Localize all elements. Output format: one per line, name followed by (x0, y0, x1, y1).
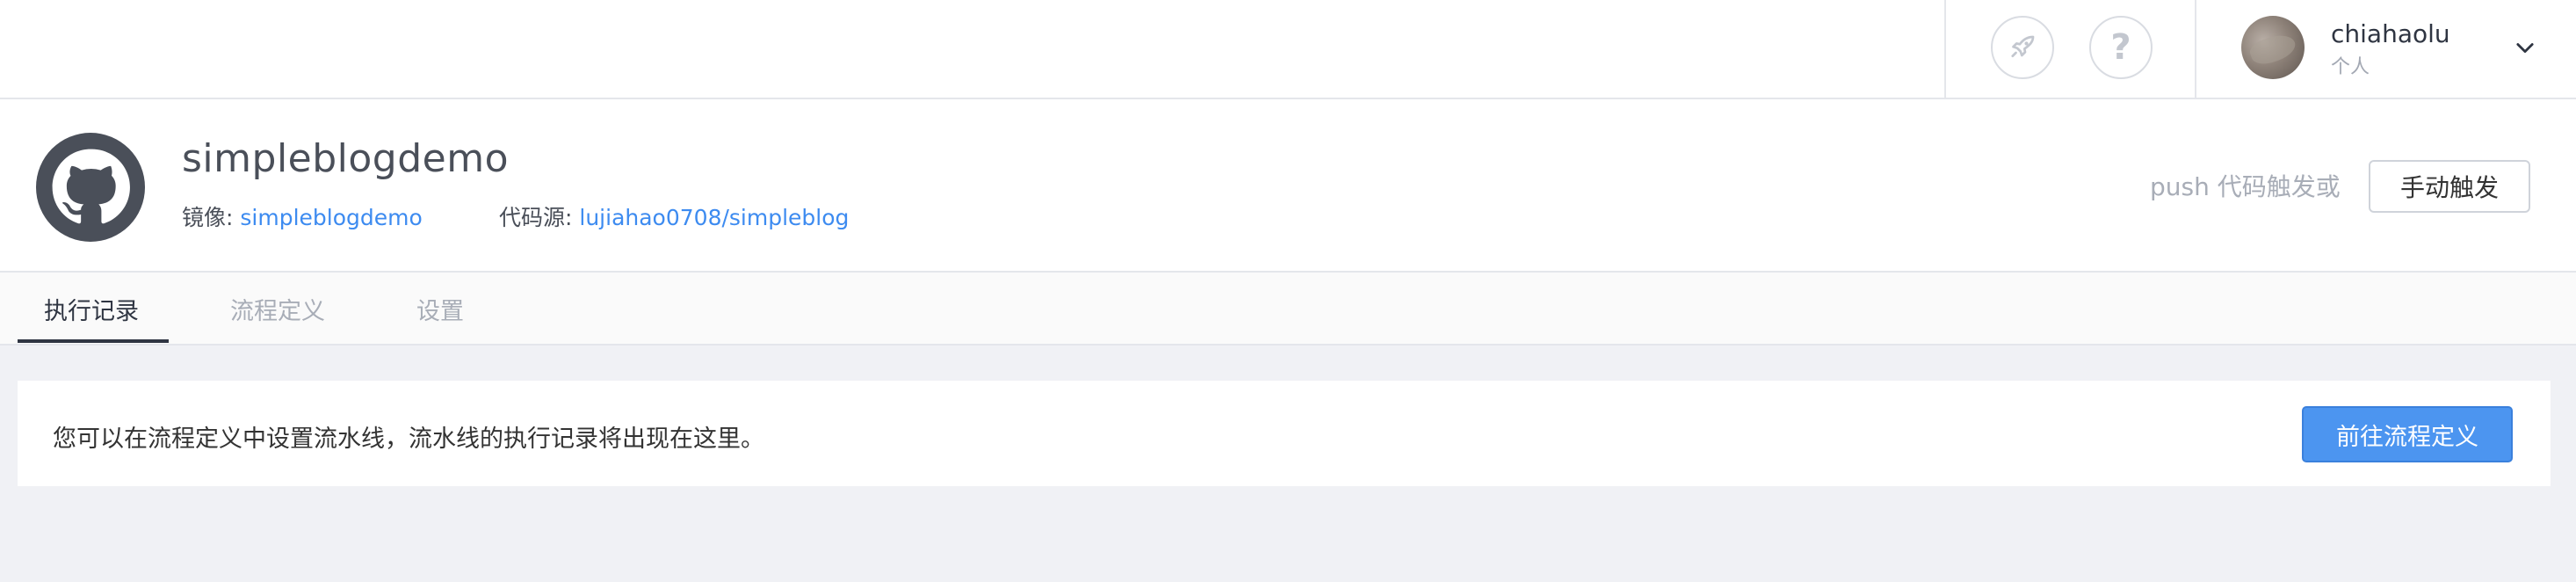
repo-header: simpleblogdemo 镜像: simpleblogdemo 代码源: l… (0, 99, 2576, 273)
empty-state-card: 您可以在流程定义中设置流水线，流水线的执行记录将出现在这里。 前往流程定义 (18, 381, 2551, 486)
image-label: 镜像: (182, 205, 234, 230)
source-meta: 代码源: lujiahao0708/simpleblog (499, 200, 849, 232)
rocket-button[interactable] (1991, 16, 2054, 79)
top-bar: ? chiahaolu 个人 (0, 0, 2576, 99)
topbar-divider (1944, 0, 1946, 98)
empty-state-message: 您可以在流程定义中设置流水线，流水线的执行记录将出现在这里。 (53, 426, 764, 453)
manual-trigger-button[interactable]: 手动触发 (2369, 160, 2530, 213)
source-label: 代码源: (499, 205, 573, 230)
tab-settings[interactable]: 设置 (416, 273, 464, 346)
tab-pipeline-definition[interactable]: 流程定义 (230, 273, 325, 346)
image-link[interactable]: simpleblogdemo (240, 205, 422, 230)
chevron-down-icon[interactable] (2513, 35, 2537, 60)
push-trigger-hint: push 代码触发或 (2150, 172, 2341, 201)
user-name[interactable]: chiahaolu (2331, 19, 2450, 48)
source-link[interactable]: lujiahao0708/simpleblog (579, 205, 849, 230)
topbar-divider (2195, 0, 2196, 98)
tab-bar: 执行记录 流程定义 设置 (0, 273, 2576, 346)
goto-pipeline-definition-button[interactable]: 前往流程定义 (2302, 406, 2513, 462)
image-meta: 镜像: simpleblogdemo (182, 200, 423, 232)
help-button[interactable]: ? (2089, 16, 2153, 79)
tab-execution-records[interactable]: 执行记录 (44, 273, 139, 346)
rocket-icon (2011, 35, 2035, 58)
active-tab-indicator (18, 339, 169, 343)
user-account-type: 个人 (2331, 56, 2370, 78)
repo-title: simpleblogdemo (182, 136, 510, 181)
avatar[interactable] (2241, 16, 2305, 79)
github-icon (36, 133, 145, 242)
question-icon: ? (2110, 27, 2131, 68)
